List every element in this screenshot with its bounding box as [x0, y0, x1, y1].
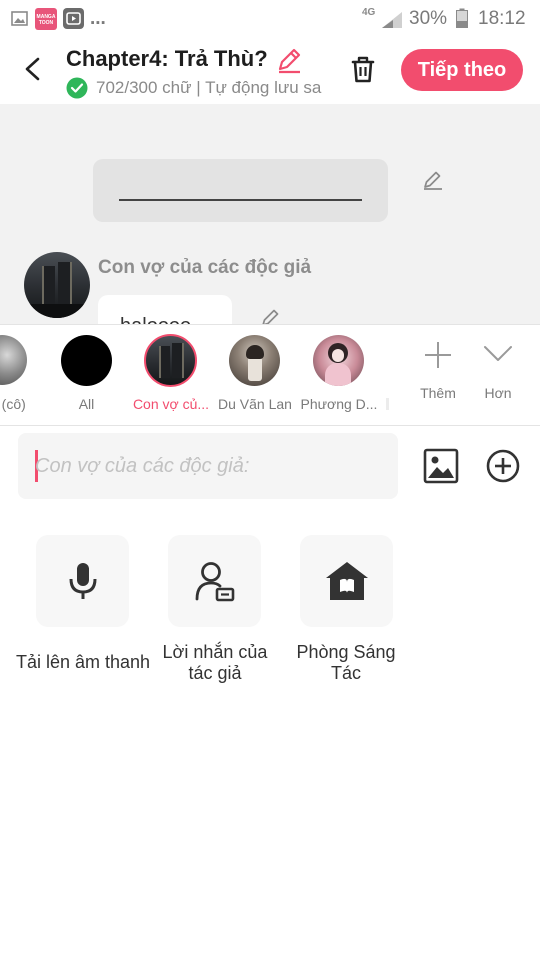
plus-icon[interactable] [423, 340, 453, 370]
message-character-name: Con vợ của các độc giả [98, 257, 312, 278]
edit-block-icon[interactable] [422, 168, 444, 190]
creation-room-button[interactable] [300, 535, 393, 627]
word-count-autosave: 702/300 chữ | Tự động lưu sa [96, 78, 322, 97]
strip-scroll-edge [386, 398, 389, 410]
character-label-selected: Con vợ củ... [132, 396, 210, 412]
trash-icon[interactable] [348, 54, 378, 84]
clock: 18:12 [478, 8, 526, 29]
character-avatar[interactable] [229, 335, 280, 386]
message-bubble[interactable]: haloooo [98, 295, 232, 324]
battery-icon [456, 8, 468, 28]
mangatoon-app-icon: MANGA TOON [35, 8, 57, 30]
status-bar: MANGA TOON ... 4G 30% 18:12 [0, 0, 540, 38]
more-characters-label[interactable]: Hơn [474, 385, 522, 401]
character-label: Phương D... [300, 396, 378, 412]
image-notification-icon [11, 11, 28, 26]
author-note-label: Lời nhắn của tác giả [162, 642, 268, 683]
upload-audio-button[interactable] [36, 535, 129, 627]
chapter-title: Chapter4: Trả Thù? [66, 46, 268, 71]
empty-text-line [119, 199, 362, 201]
character-avatar-all[interactable] [61, 335, 112, 386]
character-label: All [78, 396, 95, 412]
edit-message-icon[interactable] [260, 306, 282, 324]
network-type: 4G [362, 7, 376, 18]
dialogue-input[interactable]: Con vợ của các độc giả: [18, 433, 398, 499]
upload-audio-label: Tải lên âm thanh [15, 652, 151, 672]
signal-icon [382, 12, 402, 28]
battery-percent: 30% [409, 8, 448, 29]
edit-title-icon[interactable] [275, 46, 303, 74]
add-character-label[interactable]: Thêm [410, 385, 466, 401]
creation-room-icon [325, 562, 368, 600]
creation-room-label: Phòng Sáng Tác [296, 642, 396, 683]
text-block[interactable] [93, 159, 388, 222]
next-button[interactable]: Tiếp theo [401, 49, 523, 91]
input-placeholder: Con vợ của các độc giả: [35, 455, 250, 477]
insert-image-icon[interactable] [423, 448, 459, 484]
back-arrow-icon[interactable] [20, 56, 46, 82]
chevron-down-icon[interactable] [483, 344, 513, 364]
character-avatar [0, 335, 27, 385]
author-note-icon [195, 562, 234, 602]
character-avatar[interactable] [313, 335, 364, 386]
add-circle-icon[interactable] [486, 449, 520, 483]
character-label: n (cô) [0, 396, 26, 412]
character-item[interactable] [0, 335, 27, 385]
more-notifications: ... [90, 8, 106, 29]
character-label: Du Vãn Lan [218, 396, 292, 412]
chapter-content-area: Con vợ của các độc giả haloooo [0, 104, 540, 324]
author-note-button[interactable] [168, 535, 261, 627]
microphone-icon [69, 563, 96, 599]
saved-check-icon [66, 77, 88, 99]
character-avatar-selected[interactable] [144, 334, 197, 387]
media-app-icon [63, 8, 84, 29]
message-text: haloooo [120, 315, 191, 324]
character-avatar[interactable] [24, 252, 90, 318]
